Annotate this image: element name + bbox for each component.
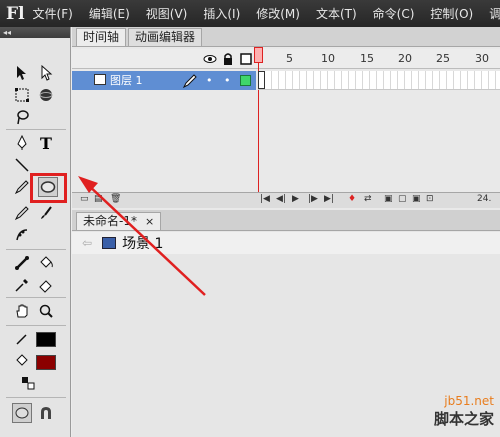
fill-color-icon[interactable] bbox=[12, 351, 32, 371]
flash-window: Fl 文件(F) 编辑(E) 视图(V) 插入(I) 修改(M) 文本(T) 命… bbox=[0, 0, 500, 437]
menu-commands[interactable]: 命令(C) bbox=[365, 5, 423, 22]
timeline-panel: 时间轴 动画编辑器 1 5 10 15 20 25 30 图层 1 bbox=[72, 27, 500, 210]
text-tool-icon[interactable]: T bbox=[36, 133, 56, 153]
tab-timeline[interactable]: 时间轴 bbox=[76, 28, 127, 46]
stroke-color-icon[interactable] bbox=[12, 329, 32, 349]
pencil-tool-icon-2[interactable] bbox=[12, 203, 32, 223]
pen-tool-icon[interactable] bbox=[12, 133, 32, 153]
tools-divider bbox=[6, 249, 66, 250]
timeline-header: 1 5 10 15 20 25 30 bbox=[72, 49, 500, 69]
center-frame-icon[interactable]: ♦ bbox=[348, 194, 356, 204]
ruler-label: 15 bbox=[360, 52, 374, 65]
highlight-box bbox=[30, 173, 67, 203]
menu-insert[interactable]: 插入(I) bbox=[195, 5, 248, 22]
visibility-dot[interactable]: • bbox=[206, 71, 213, 90]
onion-outline-icon[interactable]: ▢ bbox=[398, 194, 407, 204]
step-forward-icon[interactable]: |▶ bbox=[308, 194, 318, 204]
timeline-tabbar: 时间轴 动画编辑器 bbox=[72, 27, 500, 47]
clapper-icon bbox=[102, 237, 117, 249]
menu-file[interactable]: 文件(F) bbox=[25, 5, 81, 22]
ruler-label: 25 bbox=[436, 52, 450, 65]
free-transform-tool-icon[interactable] bbox=[12, 85, 32, 105]
menu-bar: Fl 文件(F) 编辑(E) 视图(V) 插入(I) 修改(M) 文本(T) 命… bbox=[0, 0, 500, 27]
scene-label[interactable]: 场景 1 bbox=[122, 233, 163, 253]
ruler-label: 5 bbox=[286, 52, 293, 65]
loop-icon[interactable]: ⇄ bbox=[364, 194, 372, 204]
lock-icon[interactable] bbox=[218, 49, 238, 69]
hand-tool-icon[interactable] bbox=[12, 301, 32, 321]
layer-outline-color[interactable] bbox=[240, 75, 251, 86]
timeline-footer: ▭ ▤ 🗑 |◀ ◀| ▶ |▶ ▶| ♦ ⇄ ▣ ▢ ▣ ⊡ 24. bbox=[72, 192, 500, 208]
pencil-tool-icon[interactable] bbox=[12, 177, 32, 197]
menu-modify[interactable]: 修改(M) bbox=[248, 5, 308, 22]
go-last-frame-icon[interactable]: ▶| bbox=[324, 194, 334, 204]
watermark: jb51.net 脚本之家 bbox=[434, 394, 494, 429]
snap-magnet-icon[interactable] bbox=[36, 403, 56, 423]
deco-tool-icon[interactable] bbox=[12, 225, 32, 245]
tools-divider bbox=[6, 297, 66, 298]
line-tool-icon[interactable] bbox=[12, 155, 32, 175]
zoom-tool-icon[interactable] bbox=[36, 301, 56, 321]
pencil-icon bbox=[180, 71, 200, 91]
keyframe[interactable] bbox=[258, 71, 265, 89]
play-icon[interactable]: ▶ bbox=[292, 194, 299, 204]
document-tab-label: 未命名-1* bbox=[83, 214, 137, 228]
app-logo: Fl bbox=[6, 3, 25, 24]
go-first-frame-icon[interactable]: |◀ bbox=[260, 194, 270, 204]
tools-divider bbox=[6, 129, 66, 130]
onion-skin-icon[interactable]: ▣ bbox=[384, 194, 393, 204]
watermark-url: jb51.net bbox=[444, 394, 494, 408]
tools-divider bbox=[6, 397, 66, 398]
brush-tool-icon[interactable] bbox=[36, 203, 56, 223]
outline-icon[interactable] bbox=[236, 49, 256, 69]
menu-text[interactable]: 文本(T) bbox=[308, 5, 365, 22]
layer-name[interactable]: 图层 1 bbox=[110, 71, 143, 90]
back-arrow-icon[interactable]: ⇦ bbox=[82, 236, 92, 250]
bone-tool-icon[interactable] bbox=[12, 253, 32, 273]
layer-icon bbox=[94, 74, 106, 85]
menu-view[interactable]: 视图(V) bbox=[138, 5, 196, 22]
lock-dot[interactable]: • bbox=[224, 71, 231, 90]
document-tabbar: 未命名-1* × bbox=[72, 210, 500, 231]
menu-control[interactable]: 控制(O) bbox=[422, 5, 481, 22]
lasso-tool-icon[interactable] bbox=[12, 107, 32, 127]
menu-debug[interactable]: 调 bbox=[481, 5, 500, 22]
frames-row[interactable] bbox=[258, 71, 500, 90]
scene-bar: ⇦ 场景 1 bbox=[72, 232, 500, 254]
subselection-tool-icon[interactable] bbox=[36, 63, 56, 83]
delete-layer-icon[interactable]: 🗑 bbox=[110, 194, 121, 204]
edit-multiple-frames-icon[interactable]: ▣ bbox=[412, 194, 421, 204]
close-icon[interactable]: × bbox=[145, 213, 154, 230]
stroke-color-swatch[interactable] bbox=[36, 332, 56, 347]
layer-row[interactable]: 图层 1 • • bbox=[72, 71, 256, 90]
ruler-label: 10 bbox=[321, 52, 335, 65]
new-folder-icon[interactable]: ▤ bbox=[94, 194, 103, 204]
ruler-label: 20 bbox=[398, 52, 412, 65]
eraser-tool-icon[interactable] bbox=[36, 275, 56, 295]
tools-panel: ◂◂ T bbox=[0, 27, 71, 437]
eye-icon[interactable] bbox=[200, 49, 220, 69]
3d-rotation-tool-icon[interactable] bbox=[36, 85, 56, 105]
object-drawing-icon[interactable] bbox=[12, 403, 32, 423]
fill-color-swatch[interactable] bbox=[36, 355, 56, 370]
swap-colors-icon[interactable] bbox=[18, 373, 38, 393]
document-area: 未命名-1* × ⇦ 场景 1 jb51.net 脚本之家 bbox=[72, 210, 500, 437]
eyedropper-tool-icon[interactable] bbox=[12, 275, 32, 295]
ruler-label: 30 bbox=[475, 52, 489, 65]
frame-rate: 24. bbox=[477, 194, 492, 204]
modify-markers-icon[interactable]: ⊡ bbox=[426, 194, 434, 204]
tools-collapse-bar[interactable]: ◂◂ bbox=[0, 27, 70, 38]
new-layer-icon[interactable]: ▭ bbox=[80, 194, 89, 204]
paint-bucket-tool-icon[interactable] bbox=[36, 253, 56, 273]
tab-motion-editor[interactable]: 动画编辑器 bbox=[128, 28, 203, 46]
document-tab[interactable]: 未命名-1* × bbox=[76, 212, 162, 230]
step-back-icon[interactable]: ◀| bbox=[276, 194, 286, 204]
watermark-name: 脚本之家 bbox=[433, 410, 494, 428]
selection-tool-icon[interactable] bbox=[12, 63, 32, 83]
menu-edit[interactable]: 编辑(E) bbox=[81, 5, 138, 22]
playhead[interactable] bbox=[254, 47, 263, 63]
tools-divider bbox=[6, 325, 66, 326]
